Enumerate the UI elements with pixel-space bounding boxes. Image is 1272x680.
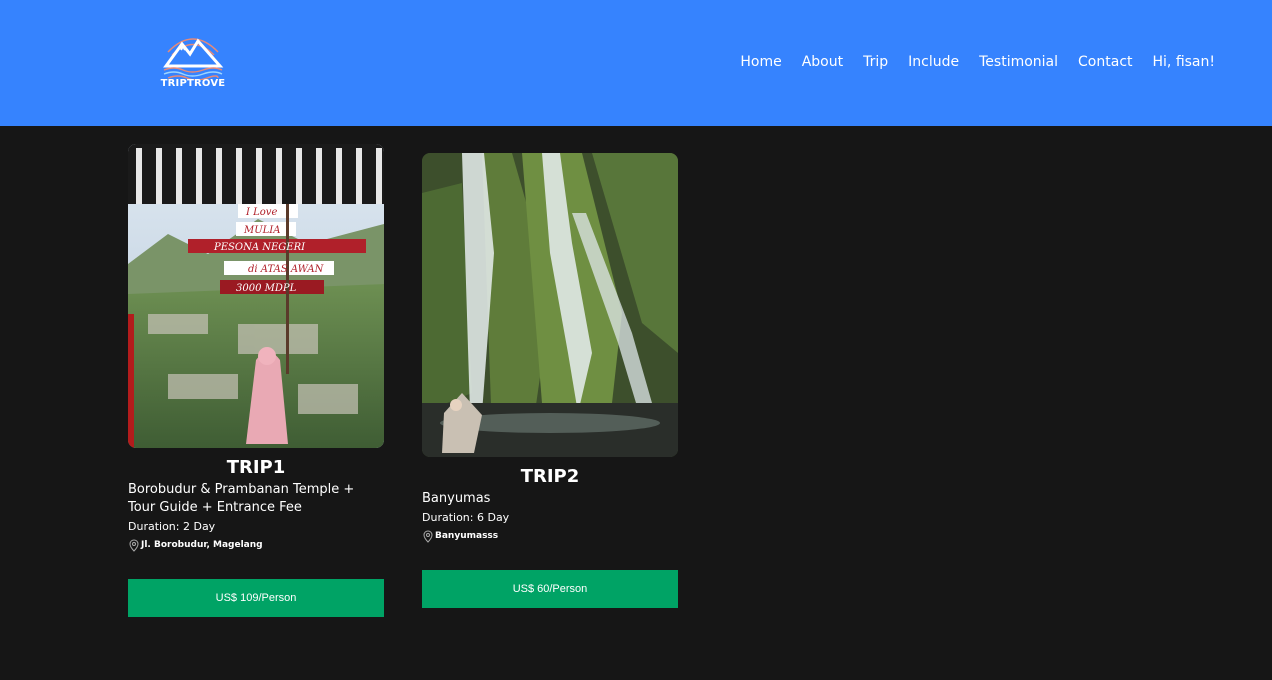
- nav-about[interactable]: About: [802, 54, 843, 70]
- trip-location-text: Jl. Borobudur, Magelang: [141, 540, 263, 550]
- sign-text: MULIA: [243, 225, 280, 236]
- sign-text: 3000 MDPL: [236, 283, 297, 294]
- nav-home[interactable]: Home: [740, 54, 781, 70]
- trip-description: Banyumas: [422, 491, 491, 506]
- book-trip-button[interactable]: US$ 60/Person: [422, 570, 678, 608]
- trip-card: I Love MULIA di ATAS AWAN PESONA NEGERI …: [128, 144, 384, 617]
- trip-title: TRIP1: [226, 457, 286, 478]
- sign-text: I Love: [245, 207, 277, 218]
- sign-text: di ATAS AWAN: [248, 264, 325, 275]
- main-nav: Home About Trip Include Testimonial Cont…: [740, 54, 1215, 70]
- location-pin-icon: [129, 538, 139, 552]
- trip-photo-mountain-viewpoint: I Love MULIA di ATAS AWAN PESONA NEGERI …: [128, 144, 384, 448]
- trip-duration: Duration: 6 Day: [422, 511, 510, 524]
- brand-name: TRIPTROVE: [160, 78, 226, 89]
- nav-contact[interactable]: Contact: [1078, 54, 1132, 70]
- location-pin-icon: [423, 529, 433, 543]
- trip-location: Banyumasss: [422, 528, 678, 544]
- book-trip-button[interactable]: US$ 109/Person: [128, 579, 384, 617]
- trip-title: TRIP2: [520, 466, 580, 487]
- site-header: TRIPTROVE Home About Trip Include Testim…: [0, 0, 1272, 126]
- trip-description: Borobudur & Prambanan Temple + Tour Guid…: [128, 482, 355, 515]
- nav-testimonial[interactable]: Testimonial: [979, 54, 1058, 70]
- trip-photo-waterfall: [422, 153, 678, 457]
- sign-text: PESONA NEGERI: [213, 242, 306, 253]
- nav-trip[interactable]: Trip: [863, 54, 888, 70]
- trip-location-text: Banyumasss: [435, 531, 499, 541]
- trip-card: TRIP2 Banyumas Duration: 6 Day Banyumass…: [422, 153, 678, 608]
- nav-include[interactable]: Include: [908, 54, 959, 70]
- mountain-logo-icon: [163, 38, 224, 81]
- brand-logo[interactable]: TRIPTROVE: [160, 32, 226, 94]
- trip-location: Jl. Borobudur, Magelang: [128, 537, 384, 553]
- trip-duration: Duration: 2 Day: [128, 520, 216, 533]
- nav-user-greeting[interactable]: Hi, fisan!: [1153, 54, 1216, 70]
